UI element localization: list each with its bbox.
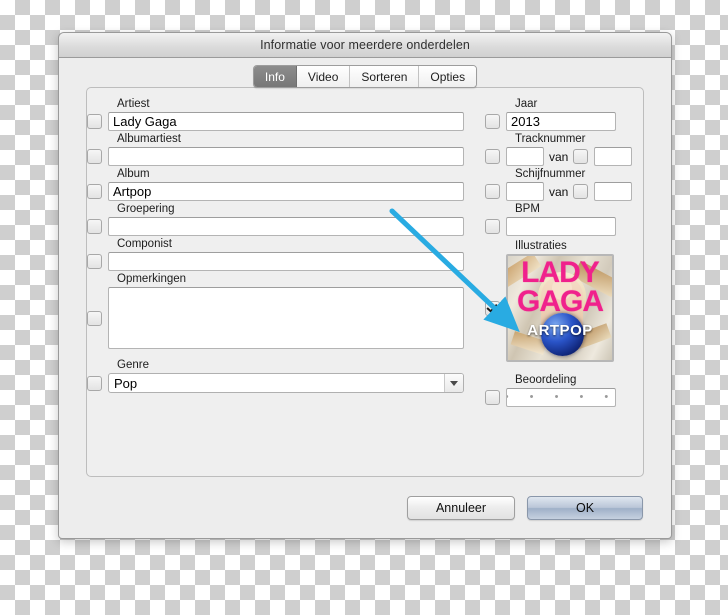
tab-video-label: Video xyxy=(307,69,339,84)
label-schijfnummer-van: van xyxy=(549,184,569,199)
field-genre: Genre Pop xyxy=(87,359,485,393)
checkbox-schijfnummer-total[interactable] xyxy=(573,184,589,199)
dialog-button-bar: Annuleer OK xyxy=(407,496,643,520)
label-tracknummer: Tracknummer xyxy=(515,133,586,145)
tab-info[interactable]: Info xyxy=(253,66,297,87)
checkbox-beoordeling[interactable] xyxy=(485,390,500,405)
checkbox-genre[interactable] xyxy=(87,375,102,391)
artwork-artist-line2: GAGA xyxy=(517,285,604,318)
field-album: Album Artpop xyxy=(87,168,485,201)
field-schijfnummer: Schijfnummer van xyxy=(485,168,643,201)
tab-sorteren-label: Sorteren xyxy=(361,69,408,84)
label-artiest: Artiest xyxy=(117,98,150,110)
input-tracknummer-total[interactable] xyxy=(594,147,633,166)
input-bpm[interactable] xyxy=(506,217,616,236)
checkbox-illustraties[interactable] xyxy=(485,300,500,316)
checkbox-tracknummer-total[interactable] xyxy=(573,149,589,164)
tab-strip: Info Video Sorteren Opties xyxy=(59,65,671,88)
tab-sorteren[interactable]: Sorteren xyxy=(350,66,420,87)
ok-button[interactable]: OK xyxy=(527,496,643,520)
chevron-down-icon[interactable] xyxy=(444,374,463,392)
checkbox-albumartiest[interactable] xyxy=(87,149,102,164)
tab-info-label: Info xyxy=(264,69,285,84)
label-illustraties: Illustraties xyxy=(515,240,567,252)
select-genre[interactable]: Pop xyxy=(108,373,464,393)
checkbox-album[interactable] xyxy=(87,184,102,199)
checkbox-componist[interactable] xyxy=(87,254,102,269)
input-componist[interactable] xyxy=(108,252,464,271)
checkbox-artiest[interactable] xyxy=(87,114,102,129)
album-artwork[interactable]: LADY GAGA ARTPOP xyxy=(506,254,614,362)
input-tracknummer[interactable] xyxy=(506,147,544,166)
field-beoordeling: Beoordeling • • • • • xyxy=(485,374,643,407)
checkbox-opmerkingen[interactable] xyxy=(87,310,102,326)
right-field-column: Jaar 2013 Tracknummer van Schijfnummer v… xyxy=(485,88,643,476)
label-bpm: BPM xyxy=(515,203,540,215)
window-title: Informatie voor meerdere onderdelen xyxy=(260,38,470,52)
label-beoordeling: Beoordeling xyxy=(515,374,577,386)
field-tracknummer: Tracknummer van xyxy=(485,133,643,166)
label-tracknummer-van: van xyxy=(549,149,569,164)
tab-video[interactable]: Video xyxy=(296,66,351,87)
input-artiest[interactable]: Lady Gaga xyxy=(108,112,464,131)
label-genre: Genre xyxy=(117,359,149,371)
field-opmerkingen: Opmerkingen xyxy=(87,273,485,349)
input-schijfnummer-total[interactable] xyxy=(594,182,633,201)
info-panel: Artiest Lady Gaga Albumartiest Album Art… xyxy=(86,87,644,477)
select-genre-value: Pop xyxy=(114,375,138,391)
artwork-artist-text: LADY GAGA xyxy=(508,256,612,318)
input-album[interactable]: Artpop xyxy=(108,182,464,201)
label-opmerkingen: Opmerkingen xyxy=(117,273,187,285)
label-albumartiest: Albumartiest xyxy=(117,133,181,145)
field-illustraties: Illustraties LADY GAGA ARTPOP xyxy=(485,240,643,362)
multi-item-info-dialog: Informatie voor meerdere onderdelen Info… xyxy=(58,32,672,539)
tab-opties[interactable]: Opties xyxy=(419,66,477,87)
label-componist: Componist xyxy=(117,238,172,250)
input-jaar[interactable]: 2013 xyxy=(506,112,616,131)
field-groepering: Groepering xyxy=(87,203,485,236)
input-schijfnummer[interactable] xyxy=(506,182,544,201)
window-titlebar[interactable]: Informatie voor meerdere onderdelen xyxy=(59,33,671,58)
left-field-column: Artiest Lady Gaga Albumartiest Album Art… xyxy=(87,88,485,476)
cancel-button[interactable]: Annuleer xyxy=(407,496,515,520)
field-componist: Componist xyxy=(87,238,485,271)
checkbox-bpm[interactable] xyxy=(485,219,500,234)
field-jaar: Jaar 2013 xyxy=(485,98,643,131)
textarea-opmerkingen[interactable] xyxy=(108,287,464,349)
label-schijfnummer: Schijfnummer xyxy=(515,168,586,180)
artwork-album-title: ARTPOP xyxy=(527,322,593,339)
checkbox-jaar[interactable] xyxy=(485,114,500,129)
field-bpm: BPM xyxy=(485,203,643,236)
rating-stars: • • • • • xyxy=(506,391,616,403)
input-groepering[interactable] xyxy=(108,217,464,236)
checkbox-tracknummer[interactable] xyxy=(485,149,500,164)
label-album: Album xyxy=(117,168,150,180)
tab-opties-label: Opties xyxy=(430,69,466,84)
field-albumartiest: Albumartiest xyxy=(87,133,485,166)
artwork-artist-line1: LADY xyxy=(521,256,600,289)
checkbox-groepering[interactable] xyxy=(87,219,102,234)
input-beoordeling[interactable]: • • • • • xyxy=(506,388,616,407)
field-artiest: Artiest Lady Gaga xyxy=(87,98,485,131)
checkbox-schijfnummer[interactable] xyxy=(485,184,500,199)
label-jaar: Jaar xyxy=(515,98,538,110)
label-groepering: Groepering xyxy=(117,203,175,215)
input-albumartiest[interactable] xyxy=(108,147,464,166)
